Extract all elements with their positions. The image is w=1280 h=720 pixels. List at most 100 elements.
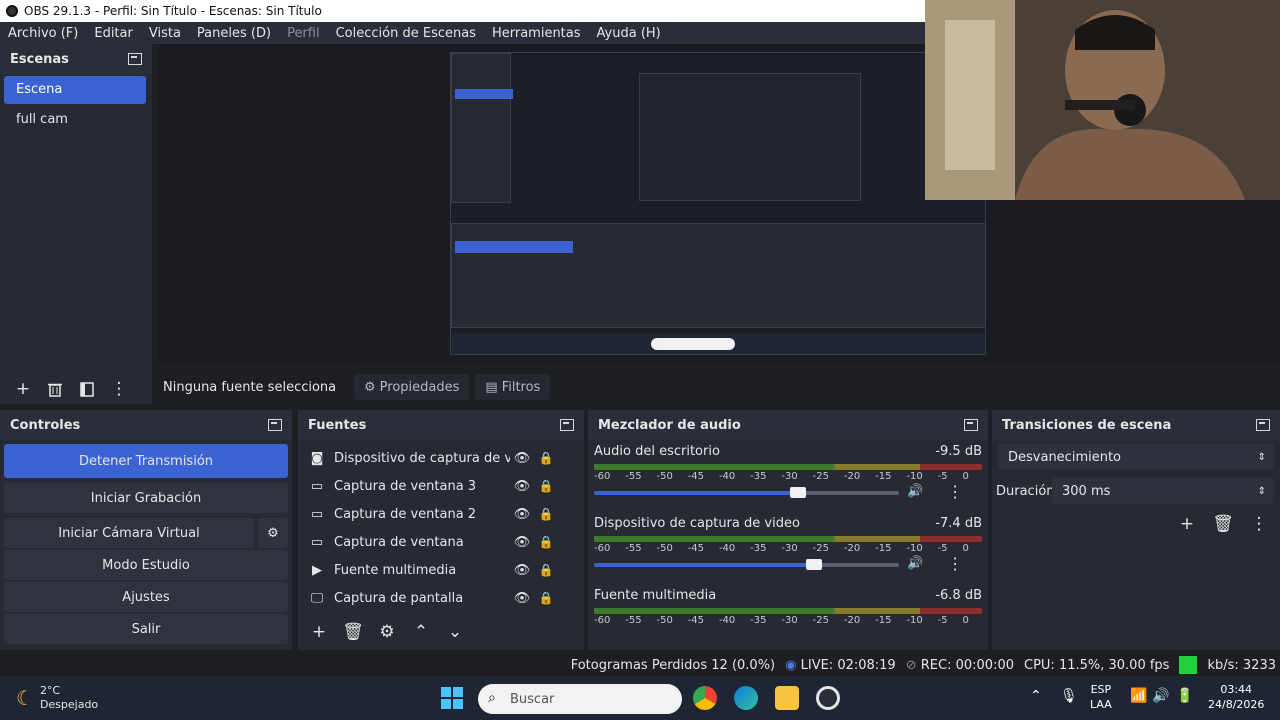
menu-coleccion-escenas[interactable]: Colección de Escenas [328, 26, 484, 41]
channel-menu-icon[interactable]: ⋮ [947, 482, 963, 501]
lock-icon[interactable]: 🔒 [534, 507, 558, 521]
undock-icon[interactable] [1256, 419, 1270, 431]
tray-chevron-up-icon[interactable]: ⌃ [1030, 688, 1042, 704]
obs-taskbar-icon[interactable] [816, 686, 840, 710]
meter-tick-label: -40 [718, 543, 736, 554]
speaker-icon[interactable]: 🔊 [907, 556, 923, 571]
trash-icon[interactable] [42, 377, 68, 401]
menu-vista[interactable]: Vista [141, 26, 189, 41]
visibility-eye-icon[interactable]: 👁 [510, 479, 534, 494]
move-down-icon[interactable]: ⌄ [442, 620, 468, 644]
meter-tick-label: -40 [718, 615, 736, 626]
battery-icon[interactable]: 🔋 [1176, 688, 1193, 704]
volume-icon[interactable]: 🔊 [1152, 688, 1169, 704]
trash-icon[interactable]: 🗑 [1210, 512, 1236, 536]
taskbar-search-input[interactable]: ⌕ Buscar [478, 684, 682, 714]
more-options-icon[interactable]: ⋮ [1246, 512, 1272, 536]
lock-icon[interactable]: 🔒 [534, 451, 558, 465]
trash-icon[interactable]: 🗑 [340, 620, 366, 644]
add-scene-icon[interactable]: + [10, 377, 36, 401]
source-row[interactable]: ▭ Captura de ventana 2 👁 🔒 [298, 500, 584, 528]
volume-meter [594, 608, 982, 614]
moon-icon: ☾ [16, 686, 34, 710]
transition-selected: Desvanecimiento [1008, 449, 1122, 465]
scene-item-full-cam[interactable]: full cam [4, 106, 146, 134]
sources-dock: Fuentes ◙ Dispositivo de captura de vide… [298, 410, 584, 650]
source-row[interactable]: ▭ Captura de ventana 👁 🔒 [298, 528, 584, 556]
microphone-icon[interactable]: 🎙 [1060, 688, 1078, 704]
windows-start-icon[interactable] [440, 686, 464, 710]
visibility-eye-icon[interactable]: 👁 [510, 591, 534, 606]
source-row[interactable]: ▭ Captura de ventana 3 👁 🔒 [298, 472, 584, 500]
wifi-icon[interactable]: 📶 [1130, 688, 1147, 704]
meter-tick-label: -5 [937, 471, 948, 482]
add-transition-icon[interactable]: + [1174, 512, 1200, 536]
duration-row: Duración 300 ms ⇕ [996, 478, 1274, 504]
source-row[interactable]: ◙ Dispositivo de captura de video 👁 🔒 [298, 444, 584, 472]
source-name: Captura de ventana 2 [334, 506, 477, 522]
volume-slider[interactable] [594, 558, 899, 572]
source-settings-icon[interactable]: ⚙ [374, 620, 400, 644]
mixer-channel-header: Fuente multimedia -6.8 dB [594, 586, 982, 604]
undock-icon[interactable] [268, 419, 282, 431]
scene-item-escena[interactable]: Escena [4, 76, 146, 104]
start-record-button[interactable]: Iniciar Grabación [4, 483, 288, 513]
undock-icon[interactable] [964, 419, 978, 431]
more-options-icon[interactable]: ⋮ [106, 377, 132, 401]
weather-widget[interactable]: ☾ 2°C Despejado [16, 684, 98, 712]
virtual-cam-settings-icon[interactable]: ⚙ [258, 518, 288, 548]
preview-canvas[interactable] [450, 52, 986, 355]
edge-icon[interactable] [734, 686, 758, 710]
channel-menu-icon[interactable]: ⋮ [947, 554, 963, 573]
volume-slider[interactable] [594, 486, 899, 500]
file-explorer-icon[interactable] [775, 686, 799, 710]
rec-disabled-icon: ⊘ [905, 657, 917, 673]
transition-select[interactable]: Desvanecimiento ⇕ [998, 444, 1274, 470]
properties-button[interactable]: ⚙ Propiedades [354, 374, 470, 400]
camera-icon: ◙ [310, 450, 324, 466]
scene-filters-icon[interactable] [74, 377, 100, 401]
lock-icon[interactable]: 🔒 [534, 591, 558, 605]
visibility-eye-icon[interactable]: 👁 [510, 535, 534, 550]
menu-editar[interactable]: Editar [86, 26, 141, 41]
visibility-eye-icon[interactable]: 👁 [510, 507, 534, 522]
visibility-eye-icon[interactable]: 👁 [510, 451, 534, 466]
meter-tick-label: -20 [843, 471, 861, 482]
source-row[interactable]: ▶ Fuente multimedia 👁 🔒 [298, 556, 584, 584]
menu-paneles[interactable]: Paneles (D) [189, 26, 279, 41]
exit-button[interactable]: Salir [4, 614, 288, 644]
language-indicator[interactable]: ESP LAA [1090, 682, 1112, 712]
stop-stream-button[interactable]: Detener Transmisión [4, 444, 288, 478]
live-time: LIVE: 02:08:19 [800, 657, 896, 673]
lock-icon[interactable]: 🔒 [534, 563, 558, 577]
lock-icon[interactable]: 🔒 [534, 535, 558, 549]
search-placeholder: Buscar [510, 691, 555, 707]
speaker-icon[interactable]: 🔊 [907, 484, 923, 499]
search-icon: ⌕ [488, 690, 496, 706]
settings-button[interactable]: Ajustes [4, 582, 288, 612]
menu-herramientas[interactable]: Herramientas [484, 26, 589, 41]
virtual-cam-button[interactable]: Iniciar Cámara Virtual [4, 518, 254, 548]
chrome-icon[interactable] [693, 686, 717, 710]
undock-icon[interactable] [128, 53, 142, 65]
meter-ticks: -60 -55 -50 -45 -40 -35 -30 -25 -20 -15 -10 -5 0 [594, 471, 969, 482]
visibility-eye-icon[interactable]: 👁 [510, 563, 534, 578]
filters-button[interactable]: ▤ Filtros [475, 374, 551, 400]
source-toolbar: Ninguna fuente selecciona ⚙ Propiedades … [152, 372, 1280, 402]
lock-icon[interactable]: 🔒 [534, 479, 558, 493]
meter-tick-label: -10 [906, 615, 923, 626]
menu-perfil[interactable]: Perfil [279, 26, 328, 41]
clock[interactable]: 03:44 24/8/2026 [1208, 682, 1264, 712]
move-up-icon[interactable]: ⌃ [408, 620, 434, 644]
menu-archivo[interactable]: Archivo (F) [0, 26, 86, 41]
controls-title: Controles [10, 417, 81, 433]
menu-ayuda[interactable]: Ayuda (H) [589, 26, 669, 41]
source-row[interactable]: 🖵 Captura de pantalla 👁 🔒 [298, 584, 584, 612]
duration-spinbox[interactable]: 300 ms ⇕ [1052, 478, 1274, 504]
studio-mode-button[interactable]: Modo Estudio [4, 550, 288, 580]
controls-dock: Controles Detener Transmisión Iniciar Gr… [0, 410, 292, 650]
window-icon: ▭ [310, 506, 324, 522]
undock-icon[interactable] [560, 419, 574, 431]
add-source-icon[interactable]: + [306, 620, 332, 644]
meter-tick-label: -55 [625, 543, 642, 554]
